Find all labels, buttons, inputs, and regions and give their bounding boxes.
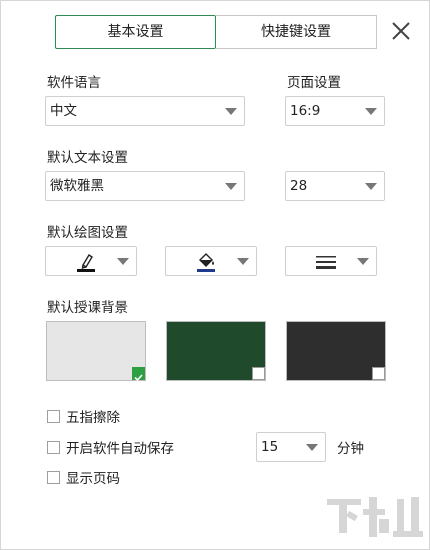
pen-icon xyxy=(74,251,98,273)
font-size-select[interactable]: 28 xyxy=(285,171,385,201)
line-style-select[interactable] xyxy=(285,246,377,276)
chevron-down-icon xyxy=(225,108,237,115)
page-label: 页面设置 xyxy=(287,75,341,91)
chevron-down-icon xyxy=(357,258,369,265)
page-ratio-value: 16:9 xyxy=(290,103,321,119)
chevron-down-icon xyxy=(365,108,377,115)
font-value: 微软雅黑 xyxy=(50,178,104,194)
chevron-down-icon xyxy=(225,183,237,190)
five-finger-erase-option: 五指擦除 xyxy=(47,406,120,426)
font-select[interactable]: 微软雅黑 xyxy=(45,171,245,201)
checkbox-icon xyxy=(372,367,385,380)
minutes-unit-label: 分钟 xyxy=(337,441,364,457)
check-icon xyxy=(132,367,145,382)
line-style-icon xyxy=(314,251,338,273)
drawing-label: 默认绘图设置 xyxy=(47,225,128,241)
pen-color-select[interactable] xyxy=(45,246,137,276)
tab-basic-settings[interactable]: 基本设置 xyxy=(55,15,216,49)
checkbox-icon xyxy=(252,367,265,380)
background-option-green[interactable] xyxy=(166,321,266,381)
chevron-down-icon xyxy=(237,258,249,265)
auto-save-interval-value: 15 xyxy=(261,439,279,455)
background-option-white[interactable] xyxy=(46,321,146,382)
settings-panel: 基本设置 快捷键设置 软件语言 中文 页面设置 16:9 默认文本设置 微软雅黑… xyxy=(0,0,430,550)
language-value: 中文 xyxy=(50,103,77,119)
show-page-number-checkbox[interactable] xyxy=(47,470,60,484)
background-option-black[interactable] xyxy=(286,321,386,381)
chevron-down-icon xyxy=(306,444,318,451)
settings-tabs: 基本设置 快捷键设置 xyxy=(55,15,377,49)
language-label: 软件语言 xyxy=(47,75,101,91)
auto-save-option: 开启软件自动保存 xyxy=(47,437,174,457)
close-icon[interactable] xyxy=(389,19,413,43)
five-finger-erase-checkbox[interactable] xyxy=(47,409,60,423)
language-select[interactable]: 中文 xyxy=(45,96,245,126)
watermark-logo xyxy=(323,491,427,547)
font-size-value: 28 xyxy=(290,178,308,194)
show-page-number-label: 显示页码 xyxy=(66,471,120,487)
background-label: 默认授课背景 xyxy=(47,300,128,316)
chevron-down-icon xyxy=(117,258,129,265)
show-page-number-option: 显示页码 xyxy=(47,467,120,487)
auto-save-label: 开启软件自动保存 xyxy=(66,441,174,457)
fill-color-select[interactable] xyxy=(165,246,257,276)
tab-shortcut-settings[interactable]: 快捷键设置 xyxy=(216,15,377,49)
auto-save-interval-select[interactable]: 15 xyxy=(256,432,326,462)
fill-bucket-icon xyxy=(194,251,218,273)
chevron-down-icon xyxy=(365,183,377,190)
five-finger-erase-label: 五指擦除 xyxy=(66,410,120,426)
auto-save-checkbox[interactable] xyxy=(47,440,60,454)
page-ratio-select[interactable]: 16:9 xyxy=(285,96,385,126)
text-label: 默认文本设置 xyxy=(47,150,128,166)
